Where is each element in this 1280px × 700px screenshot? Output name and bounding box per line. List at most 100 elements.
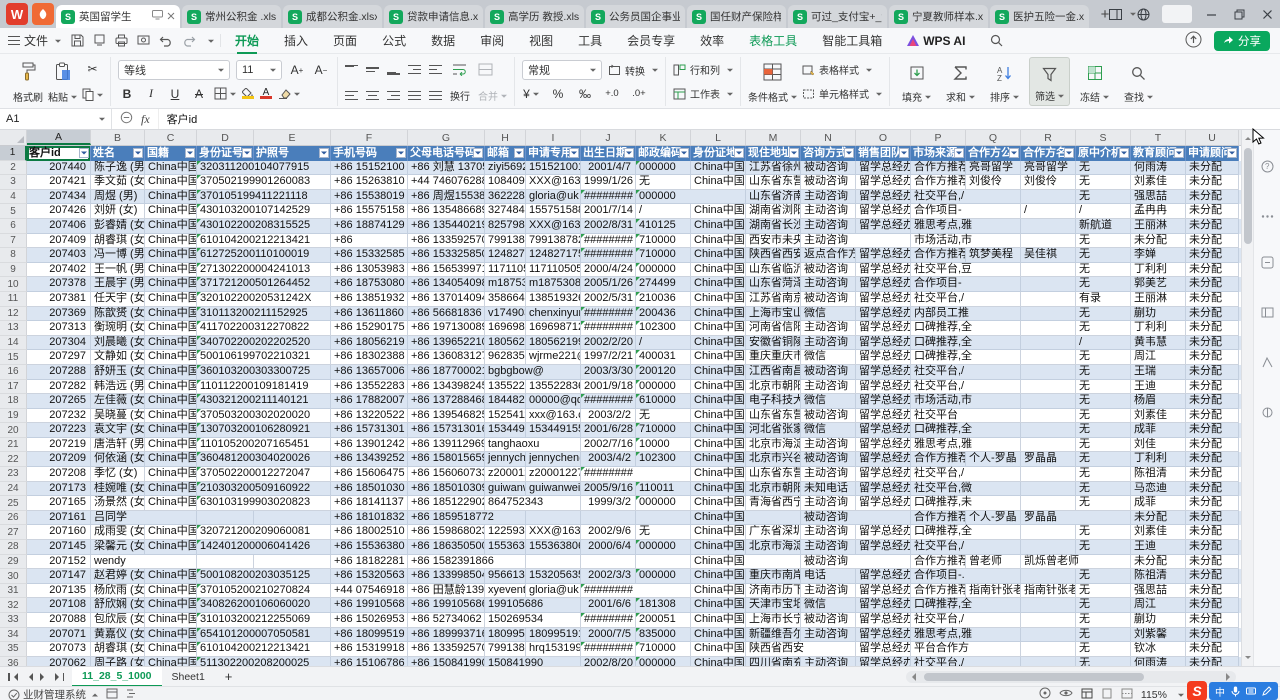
cell-M4[interactable]: 山东省济南 [746,190,801,205]
row-header-5[interactable]: 5 [0,204,27,219]
cell-K32[interactable]: 181308 [636,598,691,613]
increase-decimal-button[interactable]: +.0 [603,84,621,103]
cell-A27[interactable]: 207160 [27,525,91,540]
cell-D10[interactable]: 371721200501264452 [197,277,254,292]
cell-K15[interactable]: 400031 [636,350,691,365]
cell-B3[interactable]: 季文茹 (女 [91,175,145,190]
cell-C5[interactable]: China中国 [145,204,197,219]
field-header-父母电话号码[interactable]: 父母电话号码 [408,146,485,161]
cell-B25[interactable]: 汤景然 (女 [91,496,145,511]
cell-G22[interactable]: +86 1580156591 [408,452,485,467]
globe-icon[interactable] [1134,5,1152,23]
sheet-tab-11_28_5_1000[interactable]: 11_28_5_1000 [72,667,162,687]
cell-C6[interactable]: China中国 [145,219,197,234]
cell-H33[interactable]: 150269534 [485,613,526,628]
cell-S10[interactable]: 无 [1076,277,1131,292]
cell-D34[interactable]: 654101200007050581 [197,628,254,643]
last-sheet-icon[interactable] [55,673,65,681]
keyboard-icon[interactable] [1246,686,1256,696]
cell-J29[interactable] [581,555,636,570]
cell-U22[interactable]: 未分配 [1186,452,1239,467]
cell-R31[interactable]: 指南针张老 [1021,584,1076,599]
format-painter-button[interactable]: 格式刷 [13,57,43,106]
cloud-upload-icon[interactable] [1185,31,1202,51]
cell-M2[interactable]: 江苏省徐州 [746,161,801,176]
cell-D24[interactable]: 210303200509160922 [197,482,254,497]
cell-P18[interactable]: 市场活动,市 [911,394,966,409]
cell-G10[interactable]: +86 1340540988 [408,277,485,292]
cell-N24[interactable]: 未知电话 [801,482,856,497]
cell-C36[interactable]: China中国 [145,657,197,666]
cell-P24[interactable]: 社交平台,微 [911,482,966,497]
cell-T35[interactable]: 钦冰 [1131,642,1186,657]
cell-C23[interactable]: China中国 [145,467,197,482]
cell-N19[interactable]: 被动咨询 [801,409,856,424]
restore-button[interactable] [1230,5,1248,23]
eye-protect-icon[interactable] [1059,688,1073,700]
cell-N16[interactable]: 被动咨询 [801,365,856,380]
cell-D18[interactable]: 430321200211140121 [197,394,254,409]
cell-S19[interactable]: 无 [1076,409,1131,424]
cell-I5[interactable]: 155751588 [526,204,581,219]
cell-G7[interactable]: +86 1335925706 [408,234,485,249]
vertical-scroll-thumb[interactable] [1244,148,1252,244]
cell-R35[interactable] [1021,642,1076,657]
cell-F25[interactable]: +86 18141137 [331,496,408,511]
cell-Q10[interactable] [966,277,1021,292]
cell-C31[interactable]: China中国 [145,584,197,599]
cell-H22[interactable]: jennychen [485,452,526,467]
cell-G16[interactable]: +86 1877000215 [408,365,485,380]
cell-L27[interactable]: China中国 [691,525,746,540]
row-header-20[interactable]: 20 [0,423,27,438]
rail-more-options-icon[interactable] [1261,210,1274,222]
cell-U16[interactable]: 未分配 [1186,365,1239,380]
cell-L3[interactable]: China中国 [691,175,746,190]
cell-Q12[interactable] [966,307,1021,322]
cell-L5[interactable]: China中国 [691,204,746,219]
cell-O36[interactable]: 留学总经办 [856,657,911,666]
filter-dropdown-icon[interactable] [133,148,143,158]
cell-G19[interactable]: +86 1395468251 [408,409,485,424]
cell-U35[interactable]: 未分配 [1186,642,1239,657]
cell-M24[interactable]: 北京市朝阳 [746,482,801,497]
horizontal-scroll-thumb[interactable] [924,673,1144,681]
cell-S27[interactable]: 无 [1076,525,1131,540]
decrease-font-icon[interactable]: A− [312,61,330,80]
cell-F11[interactable]: +86 13851932 [331,292,408,307]
cell-O9[interactable]: 留学总经办 [856,263,911,278]
cell-N34[interactable]: 主动咨询 [801,628,856,643]
cell-L28[interactable]: China中国 [691,540,746,555]
increase-font-icon[interactable]: A+ [288,61,306,80]
cell-R30[interactable] [1021,569,1076,584]
cell-P29[interactable]: 合作方推荐 [911,555,966,570]
cell-D16[interactable]: 360103200303300725 [197,365,254,380]
cell-C2[interactable]: China中国 [145,161,197,176]
cell-P19[interactable]: 社交平台 [911,409,966,424]
cell-R7[interactable] [1021,234,1076,249]
cell-C19[interactable]: China中国 [145,409,197,424]
cell-F35[interactable]: +86 15319918 [331,642,408,657]
cell-F7[interactable]: +86 [331,234,408,249]
column-header-B[interactable]: B [91,130,145,145]
cell-M27[interactable]: 广东省深圳 [746,525,801,540]
cell-Q33[interactable] [966,613,1021,628]
cell-Q32[interactable] [966,598,1021,613]
cell-I14[interactable]: 180562199 [526,336,581,351]
pen-icon[interactable] [1262,686,1272,696]
cell-C34[interactable]: China中国 [145,628,197,643]
row-header-31[interactable]: 31 [0,584,27,599]
cell-Q11[interactable] [966,292,1021,307]
convert-button[interactable]: 转换 [608,61,658,80]
filter-dropdown-icon[interactable] [624,148,634,158]
cell-D33[interactable]: 310103200212255069 [197,613,254,628]
cell-B28[interactable]: 梁馨元 (女 [91,540,145,555]
field-header-姓名[interactable]: 姓名 [91,146,145,161]
cell-U33[interactable]: 未分配 [1186,613,1239,628]
cell-R3[interactable]: 刘俊伶 [1021,175,1076,190]
filter-dropdown-icon[interactable] [1174,148,1184,158]
cell-H23[interactable]: z20001227 [485,467,526,482]
cell-F28[interactable]: +86 15536380 [331,540,408,555]
column-header-L[interactable]: L [691,130,746,145]
cell-B10[interactable]: 王晨宇 (男 [91,277,145,292]
cell-L30[interactable]: China中国 [691,569,746,584]
